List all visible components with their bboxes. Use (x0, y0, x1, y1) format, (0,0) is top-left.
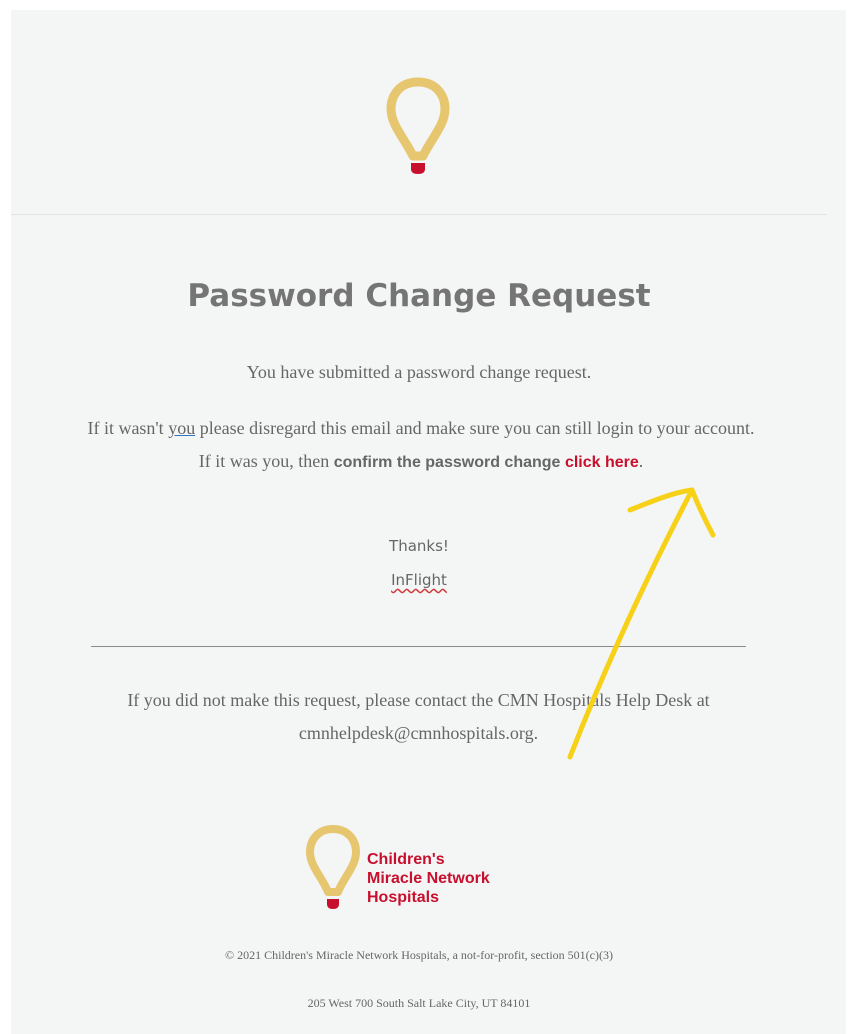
click-here-link[interactable]: click here (565, 454, 639, 471)
cmn-logo-wordmark: Children's Miracle Network Hospitals (367, 850, 490, 907)
intro-text: You have submitted a password change req… (246, 362, 592, 382)
email-card: Password Change Request You have submitt… (11, 10, 846, 1034)
para-end: . (638, 451, 644, 471)
copyright-text: © 2021 Children's Miracle Network Hospit… (225, 948, 613, 962)
para-you-word: you (168, 418, 196, 438)
signature-name: InFlight (391, 571, 447, 589)
logo-line-3: Hospitals (367, 889, 440, 906)
page-title: Password Change Request (187, 278, 651, 314)
para-text-1: If it wasn't (87, 418, 169, 438)
signature: InFlight (11, 571, 827, 589)
logo-line-2: Miracle Network (367, 870, 490, 887)
instruction-paragraph: If it wasn't you please disregard this e… (81, 412, 761, 479)
thanks-text: Thanks! (389, 537, 449, 555)
header-divider (11, 214, 827, 215)
help-desk-text: If you did not make this request, please… (127, 690, 710, 743)
logo-line-1: Children's (367, 851, 445, 868)
cmn-footer-logo: Children's Miracle Network Hospitals (305, 824, 537, 916)
address-text: 205 West 700 South Salt Lake City, UT 84… (307, 996, 531, 1010)
content-divider (91, 646, 746, 647)
page: Password Change Request You have submitt… (0, 0, 851, 1034)
confirm-text: confirm the password change (333, 454, 561, 471)
balloon-logo-icon (386, 77, 450, 174)
cmn-balloon-icon (306, 825, 360, 909)
